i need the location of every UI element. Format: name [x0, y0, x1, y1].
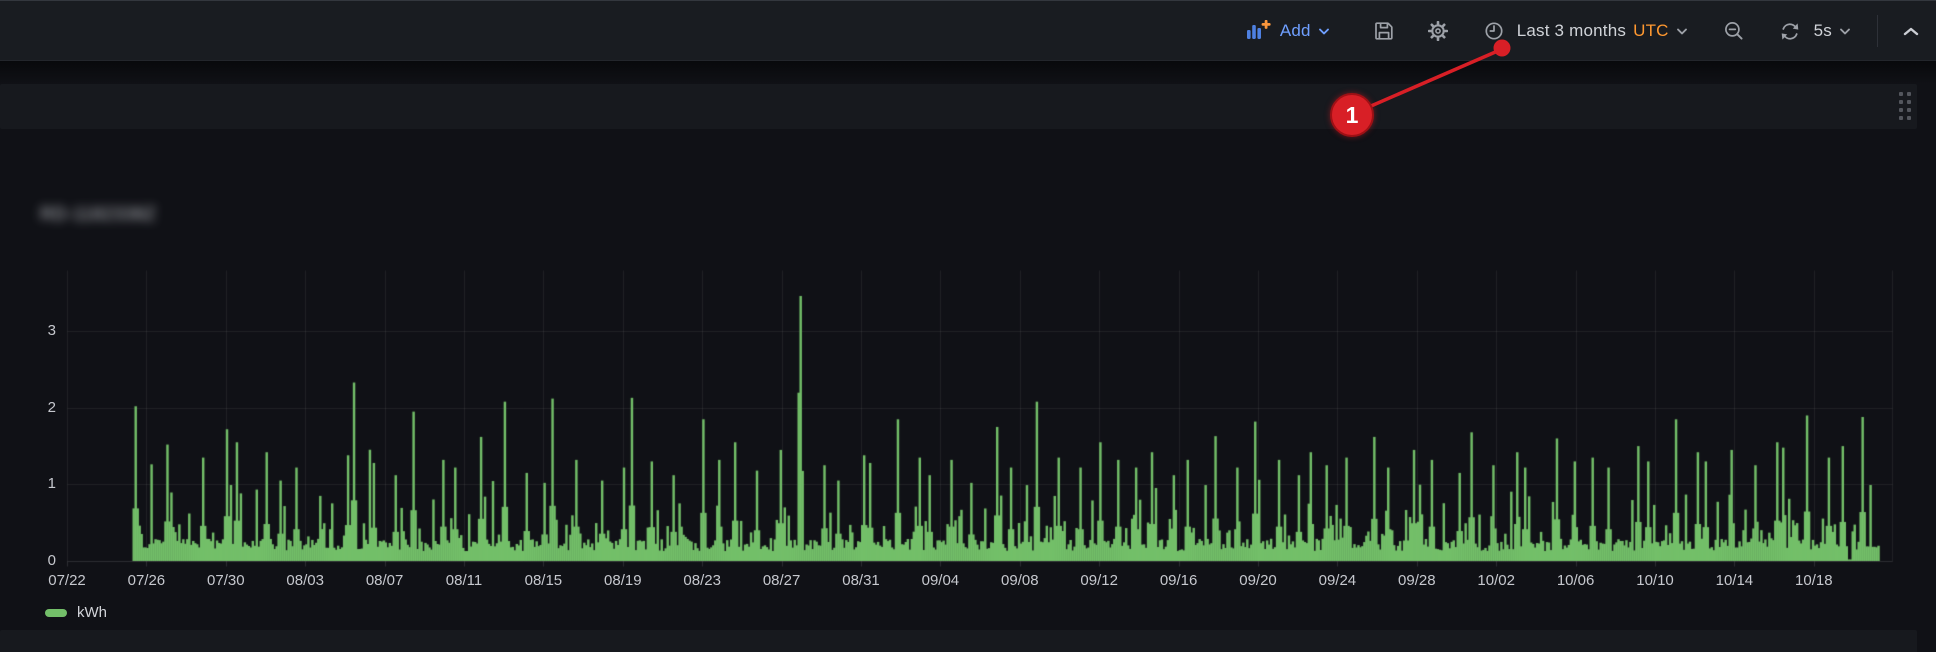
x-tick-label: 08/07 [366, 572, 404, 589]
x-tick-label: 08/23 [683, 572, 721, 589]
x-tick-label: 08/11 [446, 572, 482, 589]
annotation-number: 1 [1346, 102, 1359, 129]
x-tick-label: 10/14 [1716, 572, 1754, 589]
x-tick-label: 09/16 [1160, 572, 1198, 589]
x-tick-label: 08/03 [286, 572, 324, 589]
x-tick-label: 09/12 [1080, 572, 1118, 589]
legend-swatch [45, 609, 67, 617]
annotation-step-badge: 1 [1330, 93, 1374, 137]
x-tick-label: 10/18 [1795, 572, 1833, 589]
x-tick-label: 08/15 [525, 572, 563, 589]
x-tick-label: 09/04 [922, 572, 960, 589]
x-tick-label: 10/02 [1477, 572, 1515, 589]
y-tick-label: 2 [18, 399, 56, 416]
x-tick-label: 09/24 [1319, 572, 1357, 589]
x-tick-label: 08/31 [842, 572, 880, 589]
legend-item-kwh[interactable]: kWh [45, 604, 107, 621]
timeseries-chart[interactable] [0, 0, 1936, 652]
y-tick-label: 1 [18, 475, 56, 492]
x-tick-label: 09/08 [1001, 572, 1039, 589]
x-tick-label: 07/30 [207, 572, 245, 589]
x-tick-label: 07/22 [48, 572, 86, 589]
x-tick-label: 08/19 [604, 572, 642, 589]
x-tick-label: 08/27 [763, 572, 801, 589]
x-tick-label: 10/10 [1636, 572, 1674, 589]
grafana-dashboard: Add [0, 0, 1936, 652]
y-tick-label: 0 [18, 552, 56, 569]
legend-label: kWh [77, 604, 107, 621]
x-tick-label: 09/20 [1239, 572, 1277, 589]
x-tick-label: 07/26 [128, 572, 166, 589]
next-row-band [0, 630, 1917, 652]
x-tick-label: 09/28 [1398, 572, 1436, 589]
x-tick-label: 10/06 [1557, 572, 1595, 589]
y-tick-label: 3 [18, 322, 56, 339]
